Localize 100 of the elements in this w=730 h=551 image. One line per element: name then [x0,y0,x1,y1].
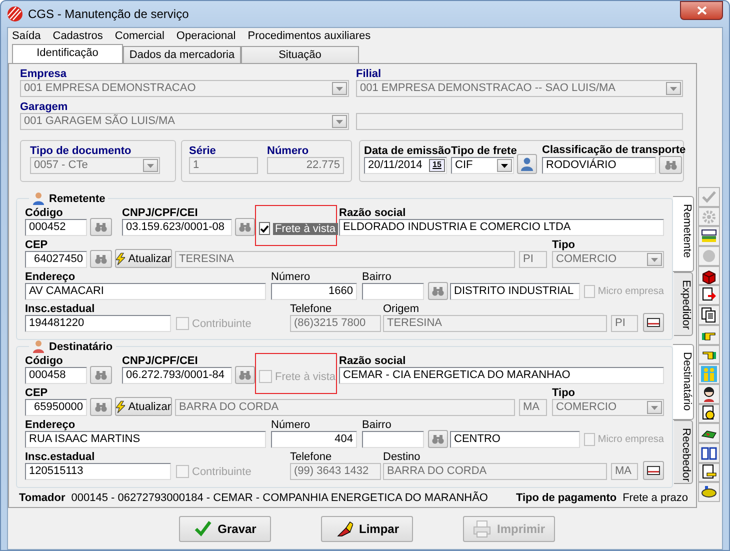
field-label: Razão social [339,207,406,219]
person-icon [701,386,717,402]
toolbar-button[interactable] [698,324,720,344]
toolbar-button[interactable] [698,285,720,306]
logo-icon [7,6,23,22]
menu-item[interactable]: Cadastros [52,30,103,42]
tax-id-field[interactable]: 194481220 [25,315,171,332]
field-label: Empresa [20,68,66,80]
menu-item[interactable]: Operacional [176,30,236,42]
document-field[interactable]: 03.159.623/0001-08 [122,219,232,236]
close-icon [696,6,706,15]
binoculars-icon [239,222,251,232]
field-label: Código [25,355,63,367]
lookup-button[interactable] [428,282,448,300]
caret-icon [497,159,512,172]
field-label: Número [271,271,310,283]
lookup-button[interactable] [90,218,112,236]
postal-code-field[interactable]: 65950000 [25,399,87,416]
field-label: Bairro [362,271,392,283]
toolbar-button[interactable] [698,423,720,443]
lookup-button[interactable] [90,366,112,384]
side-tab[interactable]: Recebedor [674,420,693,484]
field-label: Garagem [20,101,68,113]
toolbar-button[interactable] [698,442,720,463]
side-tab[interactable]: Remetente [673,196,694,272]
update-button[interactable]: Atualizar [115,397,172,416]
toolbar-button[interactable] [698,305,720,325]
person-button[interactable] [517,154,537,174]
toolbar-button[interactable] [698,344,720,364]
district-name-field[interactable]: CENTRO [450,431,580,448]
freight-type-dropdown[interactable]: CIF [451,157,514,174]
clear-button[interactable]: Limpar [321,516,413,542]
tab[interactable]: Identificação [12,44,123,63]
tab[interactable]: Situação [241,46,359,63]
field-label: Insc.estadual [25,303,95,315]
toolbar-button[interactable] [698,462,720,482]
toolbar-button[interactable] [698,482,720,502]
district-name-field[interactable]: DISTRITO INDUSTRIAL [450,283,580,300]
number-field[interactable]: 404 [271,431,357,448]
side-tab[interactable]: Expedidor [674,272,693,336]
section-title: Destinatário [49,340,113,352]
lookup-button[interactable] [90,398,112,416]
field-label: CNPJ/CPF/CEI [122,355,198,367]
caret-icon [666,82,681,95]
card-button[interactable] [643,461,664,480]
field-label: Tipo [552,239,576,251]
number-field[interactable]: 1660 [271,283,357,300]
field-label: Endereço [25,419,76,431]
toolbar-button[interactable] [698,266,720,286]
person-icon [520,157,534,171]
payment-info: Tipo de pagamento Frete a prazo [516,492,688,504]
payer-info: Tomador 000145 - 06272793000184 - CEMAR - COMPANHIA ENERGETICA DO MARANHÃO [19,492,488,504]
company-name-field[interactable]: ELDORADO INDUSTRIA E COMERCIO LTDA [339,219,664,236]
lookup-button[interactable] [659,156,682,174]
document-field[interactable]: 06.272.793/0001-84 [122,367,232,384]
district-field[interactable] [362,283,424,300]
tab[interactable]: Dados da mercadoria [123,46,241,63]
field-label: Data de emissão [364,145,451,157]
document-arrow-icon [701,287,717,304]
check-icon [701,188,717,205]
calendar-icon: 15 [429,159,445,172]
field-label: Origem [383,303,420,315]
save-button[interactable]: Gravar [179,516,271,542]
menu-item[interactable]: Saída [12,30,41,42]
company-name-field[interactable]: CEMAR - CIA ENERGETICA DO MARANHAO [339,367,664,384]
binoculars-icon [664,160,676,170]
field-label: Classificação de transporte [542,144,686,156]
lookup-button[interactable] [90,250,112,268]
field-label: Tipo de documento [30,145,132,157]
field-label: Número [267,145,309,157]
close-button[interactable] [680,1,723,20]
lookup-button[interactable] [428,430,448,448]
code-field[interactable]: 000458 [25,367,87,384]
lookup-button[interactable] [235,218,255,236]
code-field[interactable]: 000452 [25,219,87,236]
lightning-icon [116,400,126,414]
side-tab[interactable]: Destinatário [673,344,694,420]
field-label: Endereço [25,271,76,283]
field-label: Telefone [290,451,332,463]
caret-icon [647,401,662,414]
tax-id-field[interactable]: 120515113 [25,463,171,480]
toolbar-button[interactable] [698,404,720,424]
menu-item[interactable]: Procedimentos auxiliares [248,30,371,42]
postal-code-field[interactable]: 64027450 [25,251,87,268]
documents-icon [701,306,717,323]
card-button[interactable] [643,313,664,332]
transport-class-field[interactable]: RODOVIÁRIO [542,157,656,174]
toolbar-button[interactable] [698,226,720,246]
binoculars-icon [432,434,444,444]
address-field[interactable]: AV CAMACARI [25,283,266,300]
checkmark-icon [260,224,269,232]
update-button[interactable]: Atualizar [115,249,172,268]
toolbar-button[interactable] [698,384,720,404]
lookup-button[interactable] [235,366,255,384]
date-field[interactable]: 20/11/2014 15 [364,157,447,174]
district-field[interactable] [362,431,424,448]
field-label: CNPJ/CPF/CEI [122,207,198,219]
address-field[interactable]: RUA ISAAC MARTINS [25,431,266,448]
menu-item[interactable]: Comercial [114,30,164,42]
field-label: Filial [356,68,382,80]
